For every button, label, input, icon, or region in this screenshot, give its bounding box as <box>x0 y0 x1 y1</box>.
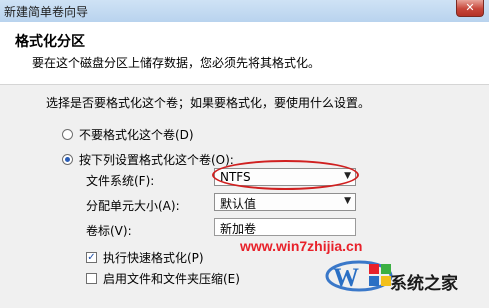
wizard-header: 格式化分区 要在这个磁盘分区上储存数据，您必须先将其格式化。 <box>0 22 489 85</box>
filesystem-label: 文件系统(F): <box>86 174 155 188</box>
quick-format-checkbox-row[interactable]: ✓ 执行快速格式化(P) <box>86 249 204 266</box>
page-subtitle: 要在这个磁盘分区上储存数据，您必须先将其格式化。 <box>32 56 321 70</box>
page-title: 格式化分区 <box>15 34 85 50</box>
volume-label-input[interactable]: 新加卷 <box>214 218 356 236</box>
compression-checkbox[interactable] <box>86 273 97 284</box>
watermark-url: www.win7zhijia.cn <box>240 238 363 254</box>
radio-format-button[interactable] <box>62 154 73 165</box>
volume-label-value: 新加卷 <box>220 222 257 236</box>
radio-format-label: 按下列设置格式化这个卷(O): <box>79 153 234 167</box>
radio-no-format-label: 不要格式化这个卷(D) <box>79 128 194 142</box>
close-button[interactable]: ✕ <box>456 0 484 17</box>
radio-no-format-button[interactable] <box>62 129 73 140</box>
instruction-text: 选择是否要格式化这个卷；如果要格式化，要使用什么设置。 <box>46 96 371 110</box>
svg-text:W: W <box>333 263 359 292</box>
allocation-label: 分配单元大小(A): <box>86 199 180 213</box>
radio-format[interactable]: 按下列设置格式化这个卷(O): <box>62 151 234 168</box>
close-icon: ✕ <box>465 1 475 14</box>
title-bar: 新建简单卷向导 ✕ <box>0 0 489 23</box>
radio-no-format[interactable]: 不要格式化这个卷(D) <box>62 126 194 143</box>
compression-label: 启用文件和文件夹压缩(E) <box>103 272 240 286</box>
highlight-circle <box>212 160 359 190</box>
allocation-dropdown[interactable]: 默认值 ▼ <box>214 193 356 211</box>
volume-label-label: 卷标(V): <box>86 224 132 238</box>
chevron-down-icon: ▼ <box>344 196 351 206</box>
compression-checkbox-row[interactable]: 启用文件和文件夹压缩(E) <box>86 270 240 287</box>
quick-format-checkbox[interactable]: ✓ <box>86 252 97 263</box>
allocation-value: 默认值 <box>220 197 257 211</box>
window-title: 新建简单卷向导 <box>4 5 89 19</box>
watermark-logo-text: 系统之家 <box>390 274 458 294</box>
quick-format-label: 执行快速格式化(P) <box>103 251 204 265</box>
